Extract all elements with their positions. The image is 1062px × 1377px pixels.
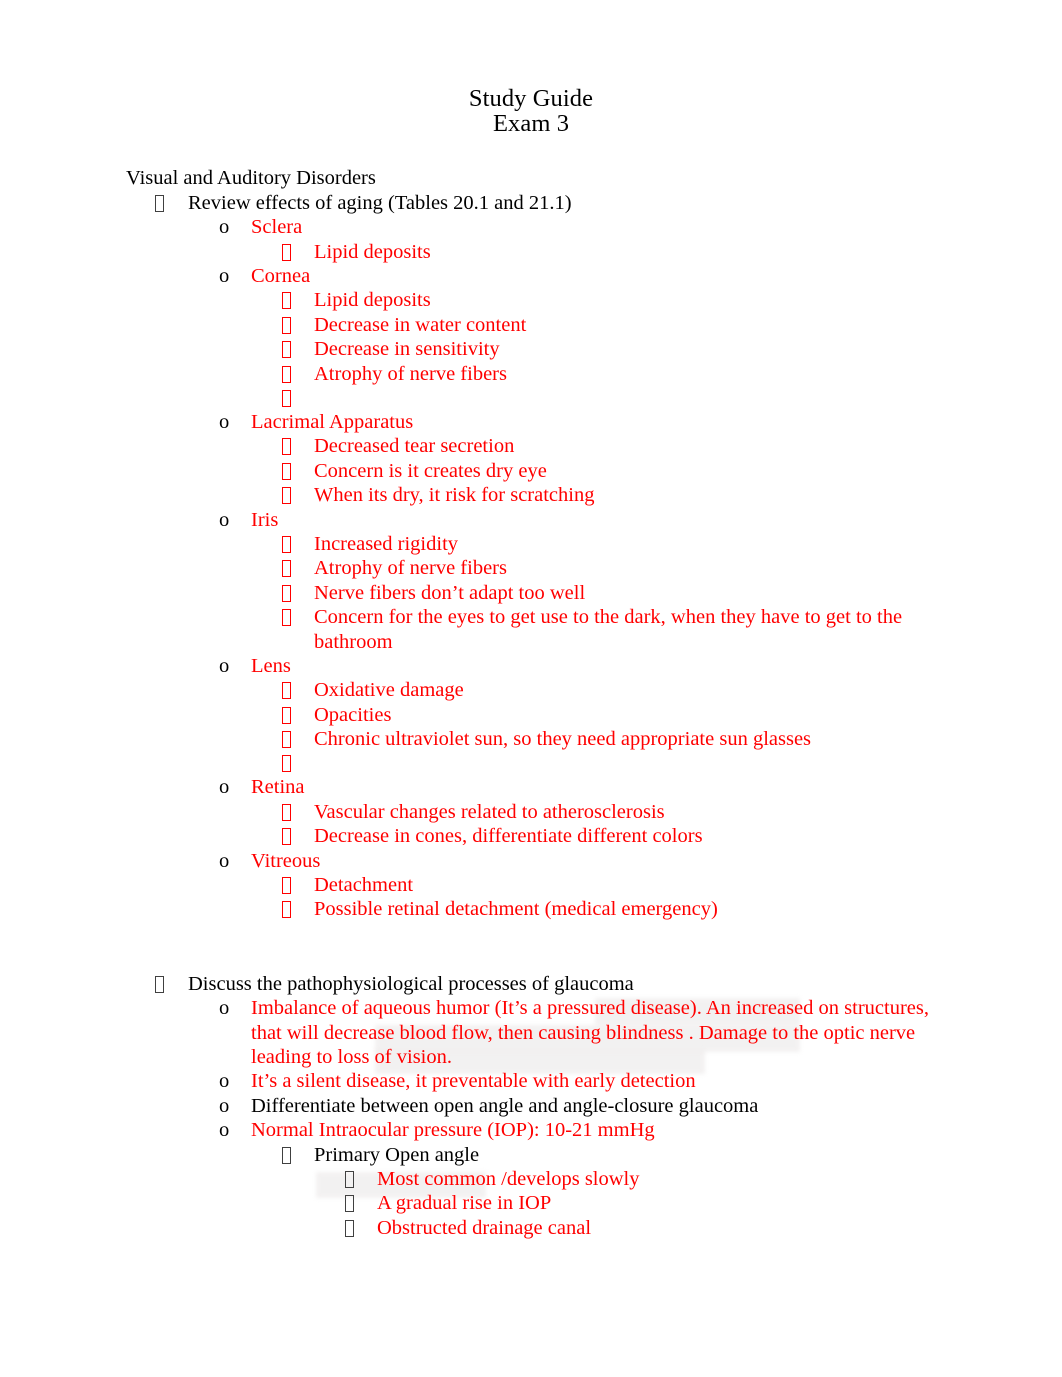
list-item: Nerve fibers don’t adapt too well xyxy=(0,581,1062,605)
letter-o-icon: o xyxy=(219,776,230,799)
page-title: Study Guide xyxy=(468,85,594,112)
missing-glyph-box-icon xyxy=(155,194,164,212)
list-item-empty xyxy=(0,751,1062,775)
letter-o-icon: o xyxy=(219,1094,230,1117)
missing-glyph-box-icon xyxy=(282,828,291,846)
list-item: Increased rigidity xyxy=(0,532,1062,556)
list-item: Vascular changes related to atherosclero… xyxy=(0,800,1062,824)
list-item-retina: o Retina xyxy=(219,776,305,799)
missing-glyph-box-icon xyxy=(282,706,291,724)
list-item: Decrease in water content xyxy=(0,313,1062,337)
missing-glyph-box-icon xyxy=(282,803,291,821)
list-item: Decreased tear secretion xyxy=(0,434,1062,458)
missing-glyph-box-icon xyxy=(282,389,291,407)
list-item: Oxidative damage xyxy=(0,678,1062,702)
missing-glyph-box-icon xyxy=(282,365,291,383)
missing-glyph-box-icon xyxy=(282,682,291,700)
missing-glyph-box-icon xyxy=(282,535,291,553)
document-page: Study Guide Exam 3 Visual and Auditory D… xyxy=(0,0,1062,1377)
missing-glyph-box-icon xyxy=(282,243,291,261)
list-item: Lipid deposits xyxy=(0,240,1062,264)
missing-glyph-box-icon xyxy=(345,1170,354,1188)
list-item-discuss-glaucoma: Discuss the pathophysiological processes… xyxy=(0,972,1062,996)
letter-o-icon: o xyxy=(219,1070,230,1093)
list-item: Most common /develops slowly xyxy=(0,1167,1062,1191)
list-item-vitreous: o Vitreous xyxy=(219,849,321,872)
list-item-silent-disease: o It’s a silent disease, it preventable … xyxy=(219,1070,696,1093)
letter-o-icon: o xyxy=(219,654,230,677)
list-item-iris: o Iris xyxy=(219,508,279,531)
letter-o-icon: o xyxy=(219,1119,230,1142)
missing-glyph-box-icon xyxy=(282,292,291,310)
letter-o-icon: o xyxy=(219,997,230,1020)
missing-glyph-box-icon xyxy=(282,1146,291,1164)
letter-o-icon: o xyxy=(219,849,230,872)
list-item: Atrophy of nerve fibers xyxy=(0,556,1062,580)
missing-glyph-box-icon xyxy=(282,487,291,505)
letter-o-icon: o xyxy=(219,265,230,288)
missing-glyph-box-icon xyxy=(282,731,291,749)
missing-glyph-box-icon xyxy=(345,1195,354,1213)
missing-glyph-box-icon xyxy=(282,755,291,773)
list-item: Chronic ultraviolet sun, so they need ap… xyxy=(0,727,1062,751)
missing-glyph-box-icon xyxy=(282,462,291,480)
list-item: Decrease in cones, differentiate differe… xyxy=(0,824,1062,848)
missing-glyph-box-icon xyxy=(282,560,291,578)
list-item: Atrophy of nerve fibers xyxy=(0,362,1062,386)
list-item: Decrease in sensitivity xyxy=(0,337,1062,361)
list-item: When its dry, it risk for scratching xyxy=(0,483,1062,507)
missing-glyph-box-icon xyxy=(282,584,291,602)
list-item-sclera: o Sclera xyxy=(219,216,303,239)
outline-body: Visual and Auditory Disorders Review eff… xyxy=(0,166,1062,1240)
list-item-imbalance-aqueous-humor: o Imbalance of aqueous humor (It’s a pre… xyxy=(219,997,929,1068)
list-item-cornea: o Cornea xyxy=(219,265,311,288)
letter-o-icon: o xyxy=(219,216,230,239)
document-title-block: Study Guide Exam 3 xyxy=(0,0,1062,138)
list-item: A gradual rise in IOP xyxy=(0,1191,1062,1215)
section-heading-visual-auditory: Visual and Auditory Disorders xyxy=(126,167,376,190)
letter-o-icon: o xyxy=(219,508,230,531)
letter-o-icon: o xyxy=(219,410,230,433)
page-subtitle: Exam 3 xyxy=(492,110,570,138)
missing-glyph-box-icon xyxy=(282,316,291,334)
list-item-review-effects-of-aging: Review effects of aging (Tables 20.1 and… xyxy=(0,191,1062,215)
list-item-primary-open-angle: Primary Open angle xyxy=(0,1143,1062,1167)
list-item-lens: o Lens xyxy=(219,654,291,677)
list-item: Concern is it creates dry eye xyxy=(0,459,1062,483)
list-item-lacrimal-apparatus: o Lacrimal Apparatus xyxy=(219,410,414,433)
missing-glyph-box-icon xyxy=(155,975,164,993)
list-item: Lipid deposits xyxy=(0,288,1062,312)
missing-glyph-box-icon xyxy=(282,901,291,919)
missing-glyph-box-icon xyxy=(282,609,291,627)
missing-glyph-box-icon xyxy=(282,341,291,359)
list-item: Possible retinal detachment (medical eme… xyxy=(0,897,1062,921)
list-item-empty xyxy=(0,386,1062,410)
list-item-normal-iop: o Normal Intraocular pressure (IOP): 10-… xyxy=(219,1119,655,1142)
list-item: Detachment xyxy=(0,873,1062,897)
list-item: Concern for the eyes to get use to the d… xyxy=(0,605,1062,654)
list-item: Opacities xyxy=(0,703,1062,727)
list-item: Obstructed drainage canal xyxy=(0,1216,1062,1240)
missing-glyph-box-icon xyxy=(282,438,291,456)
list-item-differentiate-angles: o Differentiate between open angle and a… xyxy=(219,1094,759,1117)
missing-glyph-box-icon xyxy=(282,877,291,895)
missing-glyph-box-icon xyxy=(345,1219,354,1237)
